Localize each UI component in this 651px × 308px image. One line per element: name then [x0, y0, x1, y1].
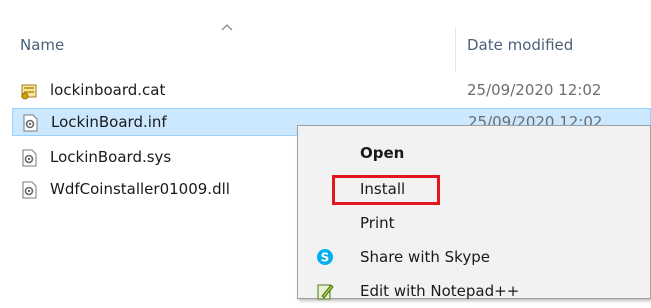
menu-item-label: Edit with Notepad++	[360, 282, 520, 300]
menu-item-edit-with-notepad-plus-plus[interactable]: Edit with Notepad++	[298, 274, 650, 308]
file-name: WdfCoinstaller01009.dll	[50, 180, 230, 198]
menu-item-label: Print	[360, 214, 395, 232]
menu-item-share-with-skype[interactable]: S Share with Skype	[298, 240, 650, 274]
file-date-modified: 25/09/2020 12:02	[467, 81, 602, 99]
setup-information-icon	[23, 114, 38, 132]
file-name: LockinBoard.sys	[50, 148, 172, 166]
sort-ascending-icon[interactable]	[220, 22, 234, 32]
security-catalog-icon	[21, 84, 37, 100]
skype-icon: S	[317, 249, 333, 265]
system-file-icon	[22, 149, 37, 167]
dll-file-icon	[22, 181, 37, 199]
column-header-name[interactable]: Name	[20, 36, 64, 54]
column-header-date-modified[interactable]: Date modified	[467, 36, 573, 54]
file-row[interactable]: lockinboard.cat 25/09/2020 12:02	[12, 77, 651, 105]
install-highlight-box	[332, 175, 440, 205]
menu-item-label: Open	[360, 144, 405, 162]
menu-item-print[interactable]: Print	[298, 206, 650, 240]
notepad-plus-plus-icon	[317, 284, 334, 300]
menu-item-open[interactable]: Open	[298, 136, 650, 170]
svg-text:S: S	[321, 251, 330, 265]
file-list-header: Name Date modified	[0, 0, 651, 72]
column-divider[interactable]	[455, 28, 456, 72]
context-menu: Open Install Print S Share with Skype Ed…	[297, 125, 651, 300]
file-name: LockinBoard.inf	[51, 113, 167, 131]
file-name: lockinboard.cat	[50, 81, 166, 99]
menu-item-label: Share with Skype	[360, 248, 490, 266]
